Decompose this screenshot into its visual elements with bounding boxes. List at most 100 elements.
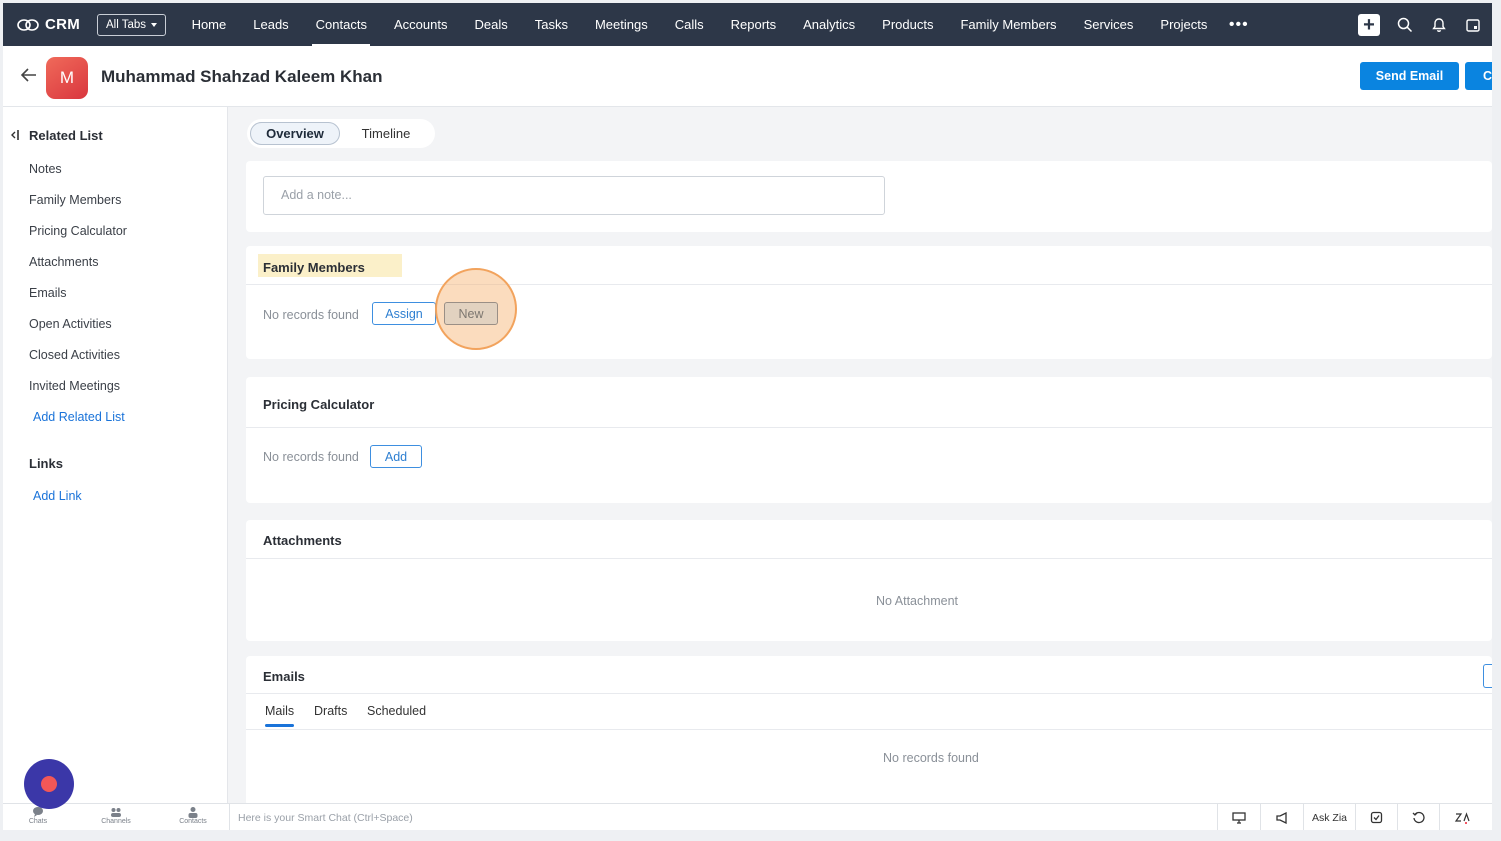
bottom-bar: Chats Channels Contacts Here is your Sma…: [3, 803, 1492, 830]
nav-tab-projects[interactable]: Projects: [1147, 3, 1221, 46]
zia-button[interactable]: [1439, 804, 1483, 830]
links-title: Links: [29, 456, 63, 471]
pricing-empty: No records found: [263, 450, 359, 464]
crm-brand[interactable]: CRM: [17, 16, 97, 33]
pricing-calculator-title: Pricing Calculator: [263, 397, 375, 412]
divider: [246, 693, 1492, 694]
all-tabs-dropdown[interactable]: All Tabs: [97, 13, 167, 36]
tab-overview[interactable]: Overview: [250, 122, 340, 145]
chats-label: Chats: [28, 818, 48, 825]
view-tabs: Overview Timeline: [247, 119, 435, 148]
top-nav: CRM All Tabs Home Leads Contacts Account…: [3, 3, 1492, 46]
nav-tab-reports[interactable]: Reports: [717, 3, 790, 46]
brand-label: CRM: [45, 16, 81, 33]
record-dot-icon: [41, 776, 57, 792]
divider: [246, 729, 1492, 730]
family-members-empty: No records found: [263, 308, 359, 322]
screen-share-button[interactable]: [1217, 804, 1260, 830]
tab-timeline[interactable]: Timeline: [340, 122, 432, 145]
sidebar-item-invited-meetings[interactable]: Invited Meetings: [29, 379, 120, 393]
avatar: M: [46, 57, 88, 99]
notes-card: Add a note...: [246, 161, 1492, 232]
record-header: M Muhammad Shahzad Kaleem Khan Send Emai…: [3, 46, 1492, 107]
nav-tab-products[interactable]: Products: [869, 3, 947, 46]
create-plus-icon[interactable]: +: [1358, 13, 1380, 36]
all-tabs-label: All Tabs: [106, 18, 147, 31]
checklist-icon: [1370, 811, 1383, 824]
nav-tab-contacts[interactable]: Contacts: [302, 3, 380, 46]
family-members-card: Family Members No records found Assign N…: [246, 246, 1492, 359]
sidebar-item-emails[interactable]: Emails: [29, 286, 67, 300]
email-tab-drafts[interactable]: Drafts: [314, 704, 347, 718]
nav-tab-analytics[interactable]: Analytics: [790, 3, 869, 46]
main-content: Overview Timeline Add a note... Family M…: [228, 107, 1492, 806]
nav-tab-calls[interactable]: Calls: [661, 3, 717, 46]
smart-chat-input[interactable]: Here is your Smart Chat (Ctrl+Space): [229, 804, 413, 830]
contacts-label: Contacts: [179, 818, 207, 825]
add-pricing-button[interactable]: Add: [370, 445, 422, 468]
nav-icons: +: [1358, 3, 1482, 46]
record-fab-button[interactable]: [24, 759, 74, 809]
calendar-icon[interactable]: [1464, 16, 1482, 34]
add-note-input[interactable]: Add a note...: [263, 176, 885, 215]
contact-icon: [188, 807, 198, 818]
more-tabs-icon[interactable]: •••: [1229, 16, 1249, 34]
email-tab-mails[interactable]: Mails: [265, 704, 295, 727]
sidebar-item-pricing-calculator[interactable]: Pricing Calculator: [29, 224, 127, 238]
email-tab-scheduled[interactable]: Scheduled: [367, 704, 426, 718]
email-action-button[interactable]: [1483, 664, 1492, 688]
channels-button[interactable]: Channels: [96, 806, 136, 825]
related-list-title: Related List: [29, 128, 103, 143]
related-list-sidebar: Related List Notes Family Members Pricin…: [3, 107, 228, 803]
emails-card: Emails Mails Drafts Scheduled No records…: [246, 656, 1492, 806]
screen-share-icon: [1232, 811, 1246, 824]
add-related-list-link[interactable]: Add Related List: [33, 410, 125, 424]
no-emails-text: No records found: [883, 751, 979, 765]
chats-button[interactable]: Chats: [18, 806, 58, 825]
nav-tab-home[interactable]: Home: [178, 3, 240, 46]
attachments-card: Attachments No Attachment: [246, 520, 1492, 641]
new-button[interactable]: New: [444, 302, 498, 325]
chevron-down-icon: [151, 22, 158, 27]
bell-icon[interactable]: [1430, 16, 1448, 34]
pricing-calculator-card: Pricing Calculator No records found Add: [246, 377, 1492, 503]
sidebar-item-notes[interactable]: Notes: [29, 162, 62, 176]
nav-tab-meetings[interactable]: Meetings: [581, 3, 661, 46]
nav-tab-tasks[interactable]: Tasks: [521, 3, 581, 46]
attachments-title: Attachments: [263, 533, 342, 548]
send-email-button[interactable]: Send Email: [1360, 62, 1459, 90]
sidebar-item-open-activities[interactable]: Open Activities: [29, 317, 112, 331]
channels-icon: [111, 808, 121, 817]
divider: [246, 427, 1492, 428]
nav-tab-services[interactable]: Services: [1070, 3, 1147, 46]
nav-tab-family-members[interactable]: Family Members: [947, 3, 1070, 46]
nav-tab-leads[interactable]: Leads: [240, 3, 302, 46]
nav-tab-deals[interactable]: Deals: [461, 3, 521, 46]
contacts-button[interactable]: Contacts: [173, 806, 213, 825]
nav-tab-accounts[interactable]: Accounts: [380, 3, 460, 46]
channels-label: Channels: [101, 818, 131, 825]
sidebar-item-attachments[interactable]: Attachments: [29, 255, 98, 269]
no-attachment-text: No Attachment: [876, 594, 958, 608]
sidebar-item-family-members[interactable]: Family Members: [29, 193, 121, 207]
assign-button[interactable]: Assign: [372, 302, 436, 325]
crm-logo-icon: [17, 18, 39, 31]
megaphone-icon: [1276, 811, 1287, 824]
app-frame: CRM All Tabs Home Leads Contacts Account…: [3, 3, 1492, 830]
checklist-button[interactable]: [1355, 804, 1397, 830]
sidebar-item-closed-activities[interactable]: Closed Activities: [29, 348, 120, 362]
history-icon: [1412, 811, 1425, 824]
secondary-action-button[interactable]: C: [1465, 62, 1492, 90]
add-link[interactable]: Add Link: [33, 489, 82, 503]
zia-icon: [1454, 812, 1470, 824]
search-icon[interactable]: [1396, 16, 1414, 34]
back-arrow-icon[interactable]: [21, 68, 37, 82]
divider: [246, 284, 1492, 285]
collapse-sidebar-icon[interactable]: [10, 129, 20, 141]
emails-title: Emails: [263, 669, 305, 684]
history-button[interactable]: [1397, 804, 1439, 830]
ask-zia-button[interactable]: Ask Zia: [1303, 804, 1355, 830]
divider: [246, 558, 1492, 559]
announcement-button[interactable]: [1260, 804, 1303, 830]
record-name: Muhammad Shahzad Kaleem Khan: [101, 67, 383, 86]
